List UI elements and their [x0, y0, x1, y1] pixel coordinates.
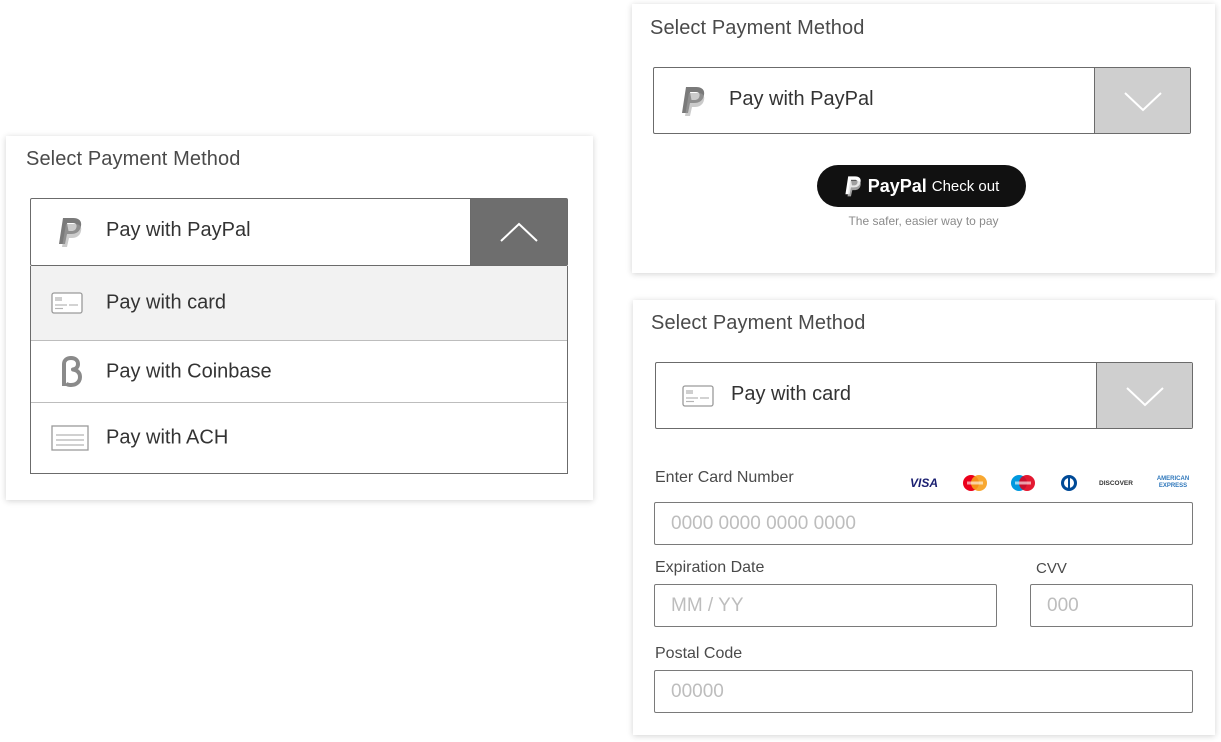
panel-title: Select Payment Method [650, 17, 865, 39]
paypal-icon [678, 84, 708, 118]
option-label: Pay with Coinbase [106, 360, 272, 382]
credit-card-icon [682, 385, 714, 407]
chevron-down-icon [1125, 386, 1164, 406]
payment-method-select[interactable]: Pay with PayPal [30, 198, 568, 266]
cvv-label: CVV [1036, 560, 1067, 577]
payment-options-list: Pay with card Pay with Coinbase Pay with… [30, 266, 568, 474]
option-pay-with-card[interactable]: Pay with card [31, 266, 567, 340]
option-label: Pay with ACH [106, 426, 229, 449]
visa-logo: VISA [909, 476, 938, 490]
discover-logo: DISCOVER [1099, 479, 1133, 487]
dropdown-toggle[interactable] [1094, 68, 1190, 133]
mastercard-logo [961, 474, 989, 492]
expiration-date-input[interactable] [654, 584, 997, 627]
postal-code-input[interactable] [654, 670, 1193, 713]
payment-method-select[interactable]: Pay with PayPal [653, 67, 1191, 134]
card-payment-panel: Select Payment Method Pay with card Ente… [633, 300, 1215, 735]
selected-method-label: Pay with PayPal [729, 88, 874, 110]
panel-title: Select Payment Method [651, 312, 866, 334]
panel-title: Select Payment Method [26, 148, 241, 170]
paypal-payment-panel: Select Payment Method Pay with PayPal Pa… [632, 4, 1215, 273]
paypal-checkout-button[interactable]: PayPal Check out [817, 165, 1026, 207]
credit-card-icon [51, 266, 83, 340]
maestro-logo [1009, 474, 1037, 492]
paypal-brand-text: PayPal [867, 175, 927, 196]
selected-method-label: Pay with card [731, 383, 852, 405]
dropdown-toggle[interactable] [1096, 363, 1192, 428]
amex-logo: AMERICAN EXPRESS [1156, 476, 1190, 489]
paypal-icon [845, 176, 861, 197]
expiration-date-label: Expiration Date [655, 559, 765, 576]
chevron-up-icon [500, 222, 538, 242]
option-pay-with-ach[interactable]: Pay with ACH [31, 402, 567, 473]
selected-method-label: Pay with PayPal [106, 219, 251, 241]
postal-code-label: Postal Code [655, 645, 743, 662]
card-number-label: Enter Card Number [655, 469, 794, 486]
coinbase-icon [60, 341, 86, 402]
cvv-input[interactable] [1030, 584, 1193, 627]
payment-method-panel-open: Select Payment Method Pay with PayPal Pa… [6, 136, 593, 500]
paypal-icon [55, 215, 85, 249]
option-pay-with-coinbase[interactable]: Pay with Coinbase [31, 340, 567, 402]
paypal-tagline: The safer, easier way to pay [848, 214, 999, 228]
diners-club-logo [1059, 474, 1079, 492]
card-number-input[interactable] [654, 502, 1193, 545]
bank-check-icon [51, 403, 89, 473]
dropdown-toggle[interactable] [470, 199, 567, 265]
option-label: Pay with card [106, 291, 227, 314]
checkout-text: Check out [931, 177, 1000, 195]
chevron-down-icon [1123, 91, 1162, 111]
payment-method-select[interactable]: Pay with card [655, 362, 1193, 429]
